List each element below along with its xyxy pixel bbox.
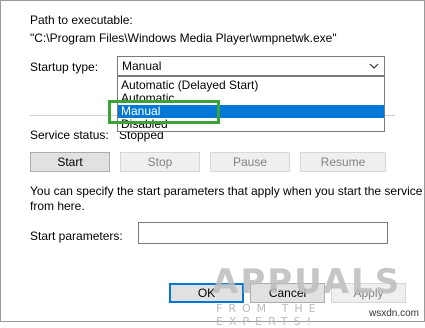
resume-button[interactable]: Resume bbox=[300, 152, 386, 172]
highlight-annotation bbox=[108, 100, 220, 124]
startup-type-value: Manual bbox=[122, 59, 162, 73]
start-button[interactable]: Start bbox=[30, 152, 110, 172]
startup-type-label: Startup type: bbox=[30, 60, 99, 74]
apply-button[interactable]: Apply bbox=[331, 283, 406, 303]
startup-type-select[interactable]: Manual bbox=[117, 56, 385, 76]
stop-button[interactable]: Stop bbox=[120, 152, 200, 172]
ok-button[interactable]: OK bbox=[169, 283, 244, 303]
start-parameters-label: Start parameters: bbox=[30, 229, 123, 243]
site-credit: wsxdn.com bbox=[368, 308, 419, 319]
params-info-line2: from here. bbox=[30, 199, 85, 213]
start-parameters-input[interactable] bbox=[138, 222, 388, 244]
cancel-button[interactable]: Cancel bbox=[250, 283, 325, 303]
path-label: Path to executable: bbox=[30, 13, 133, 27]
service-status-label: Service status: bbox=[30, 128, 109, 142]
params-info-line1: You can specify the start parameters tha… bbox=[30, 184, 423, 198]
chevron-down-icon bbox=[369, 63, 379, 69]
path-value: "C:\Program Files\Windows Media Player\w… bbox=[30, 31, 337, 45]
pause-button[interactable]: Pause bbox=[210, 152, 290, 172]
